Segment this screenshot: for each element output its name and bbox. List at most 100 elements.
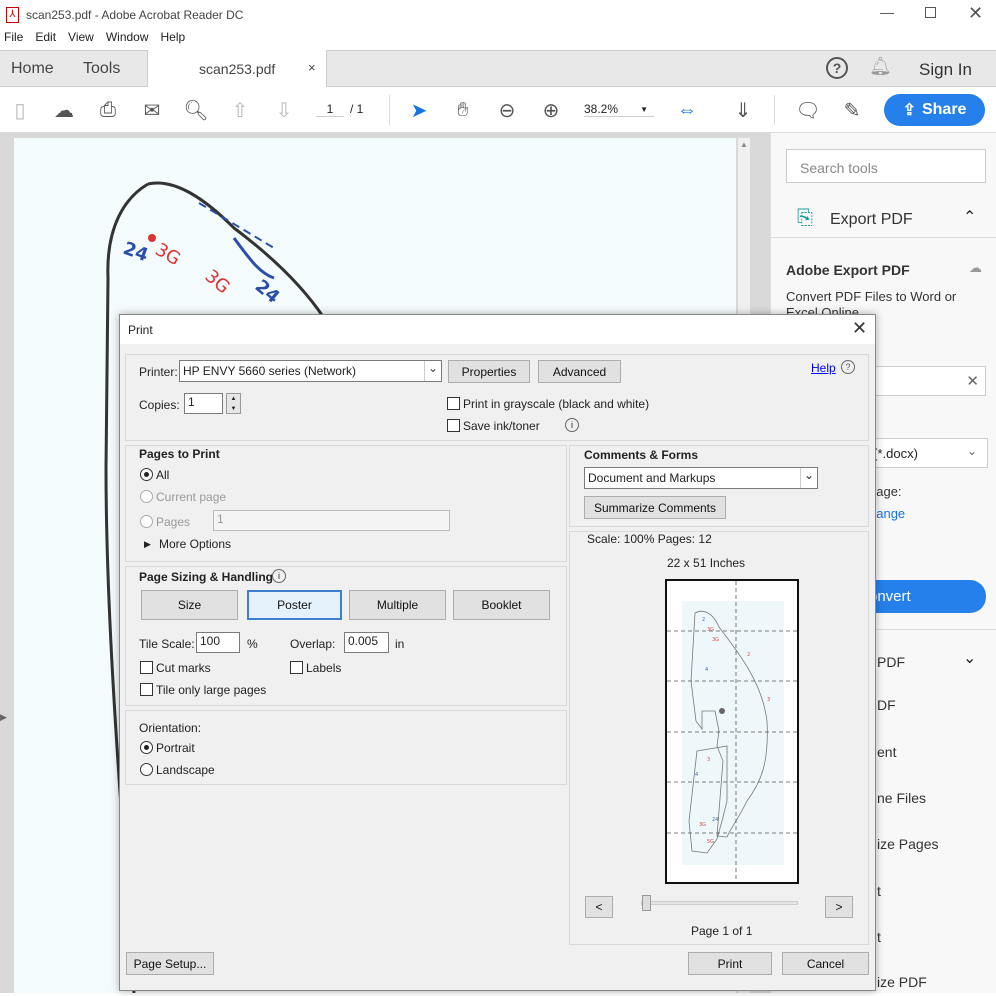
- fit-page-icon[interactable]: ⇔: [674, 97, 700, 123]
- scroll-mode-icon[interactable]: ⇓: [730, 97, 756, 123]
- expand-left-panel-icon[interactable]: ▶: [0, 712, 7, 723]
- tile-large-checkbox[interactable]: [140, 683, 153, 696]
- help-icon[interactable]: ?: [826, 57, 848, 79]
- page-slider[interactable]: [641, 895, 798, 911]
- notification-bell-icon[interactable]: 🔔︎: [869, 56, 892, 77]
- email-icon[interactable]: ✉: [139, 97, 165, 123]
- all-pages-radio[interactable]: [140, 468, 153, 481]
- tool-item[interactable]: ize PDF: [877, 974, 927, 990]
- menu-help[interactable]: Help: [161, 30, 186, 44]
- page-setup-button[interactable]: Page Setup...: [126, 952, 214, 975]
- next-page-button[interactable]: >: [825, 896, 853, 918]
- tile-scale-label: Tile Scale:: [139, 637, 195, 651]
- tool-item[interactable]: t: [877, 883, 881, 899]
- divider: [771, 237, 996, 238]
- svg-text:2: 2: [702, 617, 705, 623]
- save-ink-checkbox[interactable]: [447, 419, 460, 432]
- tool-item[interactable]: ent: [877, 744, 896, 760]
- print-icon[interactable]: ⎙: [95, 97, 121, 123]
- advanced-button[interactable]: Advanced: [538, 360, 621, 383]
- comment-icon[interactable]: 🗨︎: [795, 97, 821, 123]
- summarize-comments-button[interactable]: Summarize Comments: [584, 496, 726, 519]
- paper-size: 22 x 51 Inches: [667, 556, 746, 570]
- info-icon[interactable]: i: [565, 418, 579, 432]
- next-page-icon[interactable]: ⇩: [271, 97, 297, 123]
- maximize-button[interactable]: [925, 7, 936, 18]
- acrobat-logo-icon: ⅄: [6, 7, 19, 23]
- clear-icon[interactable]: ✕: [966, 372, 979, 390]
- copies-stepper[interactable]: ▲ ▼: [226, 393, 241, 414]
- booklet-button[interactable]: Booklet: [453, 590, 550, 620]
- close-window-button[interactable]: ✕: [968, 3, 983, 24]
- chevron-up-icon[interactable]: ⌃: [963, 207, 976, 227]
- tile-scale-input[interactable]: 100: [196, 632, 240, 653]
- current-page-radio[interactable]: [140, 490, 153, 503]
- overlap-input[interactable]: 0.005: [344, 632, 389, 653]
- previous-page-icon[interactable]: ⇧: [227, 97, 253, 123]
- svg-text:3G: 3G: [152, 239, 185, 270]
- tool-item[interactable]: t: [877, 929, 881, 945]
- size-button[interactable]: Size: [141, 590, 238, 620]
- scroll-up-icon[interactable]: ▲: [740, 140, 748, 149]
- portrait-radio[interactable]: [140, 741, 153, 754]
- zoom-level-select[interactable]: 38.2% ▼: [584, 102, 654, 117]
- labels-checkbox[interactable]: [290, 661, 303, 674]
- info-icon[interactable]: i: [272, 569, 286, 583]
- chevron-down-icon[interactable]: ⌄: [963, 648, 976, 668]
- more-options-toggle[interactable]: More Options: [159, 537, 231, 551]
- print-button[interactable]: Print: [688, 952, 772, 975]
- minimize-button[interactable]: —: [880, 4, 894, 20]
- tab-home[interactable]: Home: [11, 60, 54, 78]
- export-pdf-header[interactable]: Export PDF: [830, 211, 913, 229]
- close-dialog-button[interactable]: ✕: [852, 318, 867, 339]
- cut-marks-checkbox[interactable]: [140, 661, 153, 674]
- tool-item[interactable]: ne Files: [877, 790, 926, 806]
- comments-forms-select[interactable]: Document and Markups ⌄: [584, 467, 818, 489]
- pen-sign-icon[interactable]: ✎: [839, 97, 865, 123]
- page-number-input[interactable]: 1: [316, 102, 344, 117]
- slider-thumb[interactable]: [642, 895, 651, 911]
- tool-item[interactable]: DF: [877, 697, 896, 713]
- landscape-radio[interactable]: [140, 763, 153, 776]
- select-cursor-icon[interactable]: ➤: [406, 97, 432, 123]
- svg-text:2: 2: [747, 652, 750, 658]
- help-link[interactable]: Help: [811, 361, 836, 375]
- tab-document[interactable]: scan253.pdf ×: [147, 50, 327, 88]
- printer-select[interactable]: HP ENVY 5660 series (Network) ⌄: [179, 360, 442, 382]
- menu-edit[interactable]: Edit: [35, 30, 56, 44]
- properties-button[interactable]: Properties: [448, 360, 530, 383]
- pages-range-input[interactable]: 1: [213, 510, 450, 531]
- hand-tool-icon[interactable]: ✋︎: [450, 97, 476, 123]
- sign-in-link[interactable]: Sign In: [919, 60, 972, 80]
- search-tools-input[interactable]: Search tools: [786, 149, 986, 183]
- tab-tools[interactable]: Tools: [83, 60, 120, 78]
- toolbar-divider: [389, 95, 390, 125]
- share-button[interactable]: ⇪ Share: [884, 94, 985, 126]
- poster-button[interactable]: Poster: [247, 590, 342, 620]
- pages-range-value: 1: [217, 512, 224, 526]
- all-pages-label: All: [156, 468, 170, 482]
- grayscale-checkbox[interactable]: [447, 397, 460, 410]
- copies-input[interactable]: 1: [184, 393, 223, 414]
- cancel-button[interactable]: Cancel: [782, 952, 869, 975]
- close-tab-icon[interactable]: ×: [308, 60, 316, 75]
- zoom-in-icon[interactable]: ⊕: [538, 97, 564, 123]
- menu-view[interactable]: View: [68, 30, 94, 44]
- upload-cloud-icon[interactable]: ☁: [51, 97, 77, 123]
- save-icon[interactable]: ▯: [7, 97, 33, 123]
- zoom-out-icon[interactable]: ⊖: [494, 97, 520, 123]
- expand-triangle-icon[interactable]: ▶: [144, 539, 151, 550]
- window-title: scan253.pdf - Adobe Acrobat Reader DC: [26, 8, 244, 22]
- menu-file[interactable]: File: [4, 30, 23, 44]
- svg-text:24: 24: [120, 238, 151, 266]
- multiple-button[interactable]: Multiple: [349, 590, 446, 620]
- help-icon[interactable]: ?: [841, 360, 855, 374]
- tool-item[interactable]: ize Pages: [877, 836, 938, 852]
- previous-page-button[interactable]: <: [585, 896, 613, 918]
- tool-item[interactable]: PDF: [877, 654, 905, 670]
- search-zoom-icon[interactable]: 🔍︎: [183, 97, 209, 123]
- menu-window[interactable]: Window: [106, 30, 149, 44]
- comments-forms-value: Document and Markups: [588, 471, 716, 485]
- pages-range-radio[interactable]: [140, 515, 153, 528]
- page-total: / 1: [350, 102, 364, 116]
